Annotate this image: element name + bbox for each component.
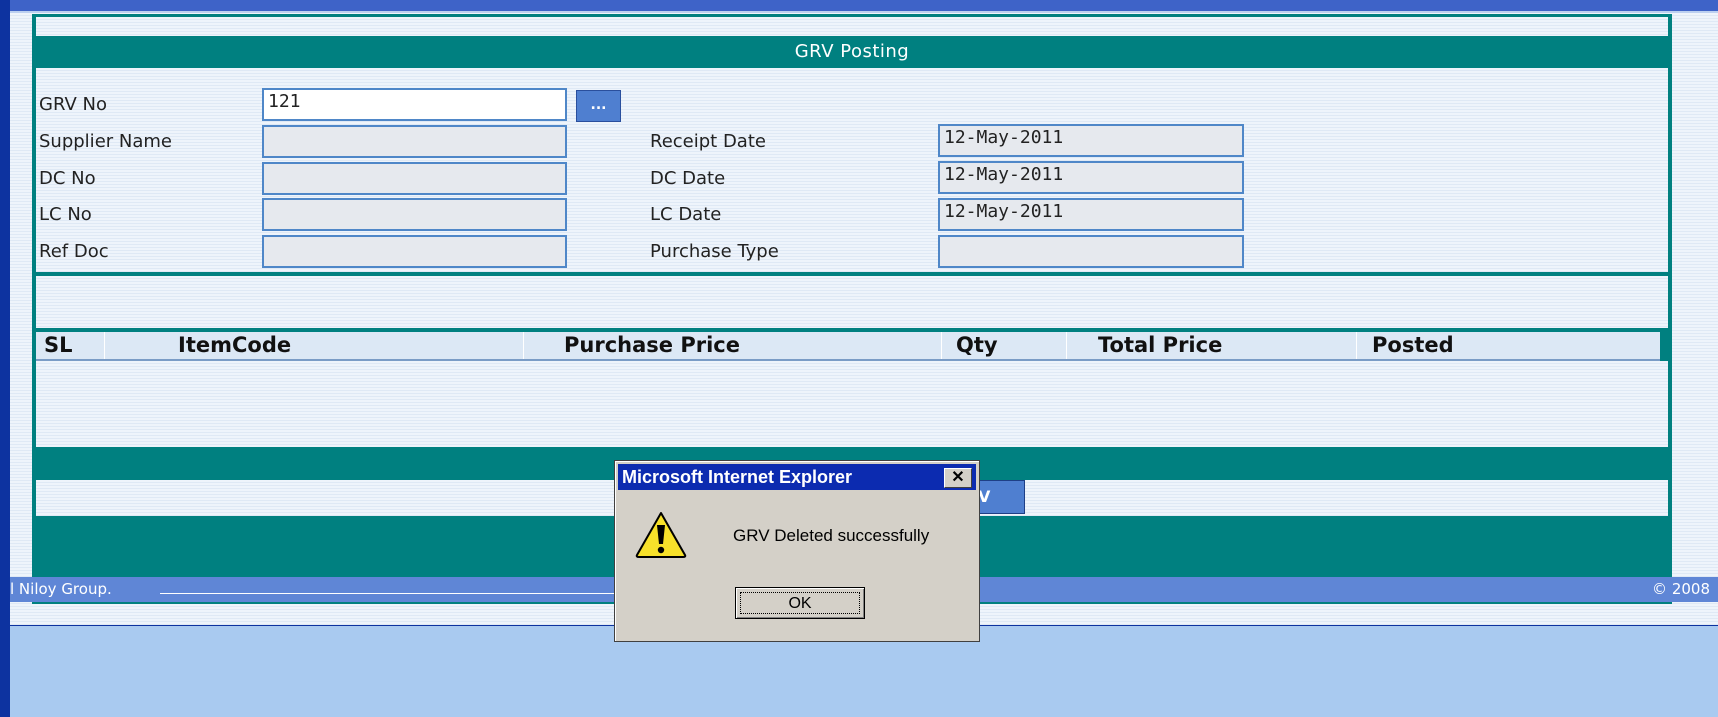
col-divider [1066, 332, 1067, 359]
lc-date-label: LC Date [650, 204, 722, 225]
col-qty[interactable]: Qty [956, 332, 998, 359]
form-title: GRV Posting [32, 36, 1672, 68]
receipt-date-label: Receipt Date [650, 131, 766, 152]
grid-header: SL ItemCode Purchase Price Qty Total Pri… [36, 332, 1660, 361]
col-purchase-price[interactable]: Purchase Price [564, 332, 740, 359]
lc-no-label: LC No [39, 204, 92, 225]
purchase-type-field[interactable] [938, 235, 1244, 268]
grv-no-field[interactable]: 121 [262, 88, 567, 121]
page: GRV Posting GRV No Supplier Name DC No L… [10, 0, 1718, 717]
warning-icon [635, 512, 687, 558]
lc-date-field[interactable]: 12-May-2011 [938, 198, 1244, 231]
col-divider [941, 332, 942, 359]
dc-no-label: DC No [39, 168, 96, 189]
close-button[interactable]: ✕ [944, 468, 972, 488]
col-divider [1356, 332, 1357, 359]
dialog-title-bar[interactable]: Microsoft Internet Explorer ✕ [618, 464, 976, 490]
dc-date-field[interactable]: 12-May-2011 [938, 161, 1244, 194]
grv-no-label: GRV No [39, 94, 107, 115]
ref-doc-field[interactable] [262, 235, 567, 268]
close-icon: ✕ [951, 469, 965, 486]
col-posted[interactable]: Posted [1372, 332, 1454, 359]
dialog-message: GRV Deleted successfully [733, 526, 930, 545]
ok-button[interactable]: OK [735, 587, 865, 619]
dialog-title: Microsoft Internet Explorer [622, 467, 853, 487]
browse-grv-button[interactable]: ... [576, 90, 621, 122]
receipt-date-field[interactable]: 12-May-2011 [938, 124, 1244, 157]
lc-no-field[interactable] [262, 198, 567, 231]
grv-action-button[interactable]: V [975, 480, 1025, 514]
filter-band [36, 276, 1668, 328]
top-rule [10, 0, 1718, 13]
grid-body [36, 361, 1668, 447]
dc-date-label: DC Date [650, 168, 726, 189]
ref-doc-label: Ref Doc [39, 241, 109, 262]
supplier-name-label: Supplier Name [39, 131, 172, 152]
ok-button-label: OK [740, 592, 860, 614]
col-divider [104, 332, 105, 359]
footer-underline [160, 593, 615, 594]
footer-company: l Niloy Group. [10, 580, 112, 598]
col-divider [523, 332, 524, 359]
supplier-name-field[interactable] [262, 125, 567, 158]
footer-copyright: © 2008 [1652, 580, 1710, 598]
alert-dialog: Microsoft Internet Explorer ✕ GRV Delete… [614, 460, 980, 642]
col-itemcode[interactable]: ItemCode [178, 332, 291, 359]
col-total-price[interactable]: Total Price [1098, 332, 1222, 359]
dc-no-field[interactable] [262, 162, 567, 195]
col-sl[interactable]: SL [44, 332, 73, 359]
form-top-panel [36, 17, 1668, 36]
purchase-type-label: Purchase Type [650, 241, 779, 262]
